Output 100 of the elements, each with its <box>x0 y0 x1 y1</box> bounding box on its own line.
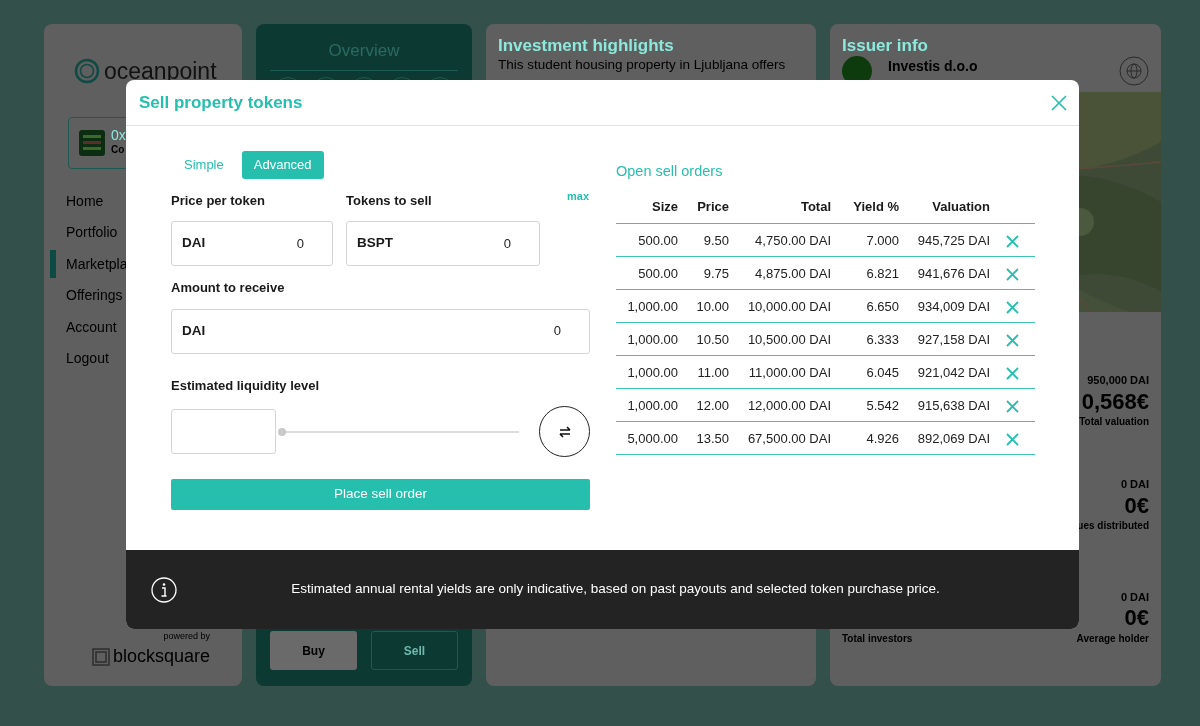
liquidity-input[interactable] <box>171 409 276 454</box>
stat-amount: 950,000 DAI <box>1087 373 1149 389</box>
description-text: This student housing property in Ljubljana offers <box>498 57 787 74</box>
table-cell: 6.333 <box>866 331 899 347</box>
field-label: Amount to receive <box>171 279 286 297</box>
cancel-icon[interactable] <box>1006 432 1019 446</box>
stat-value: 0€ <box>1124 605 1149 631</box>
wallet-label: Co <box>111 143 126 157</box>
table-cell: 927,158 DAI <box>917 331 990 347</box>
close-icon <box>1051 95 1067 112</box>
max-link[interactable]: max <box>567 187 590 204</box>
currency-label: BSPT <box>357 234 393 253</box>
orders-title: Open sell orders <box>616 162 724 181</box>
column-header: Valuation <box>932 199 990 215</box>
cancel-icon[interactable] <box>1006 300 1019 314</box>
stat-label: Total investors <box>842 631 913 646</box>
nav-item[interactable]: Home <box>50 186 104 216</box>
table-cell: 6.821 <box>866 265 899 281</box>
cancel-icon[interactable] <box>1006 234 1019 248</box>
issuer-name: Investis d.o.o <box>888 58 979 76</box>
table-cell: 1,000.00 <box>627 397 678 413</box>
table-cell: 11.00 <box>697 364 729 380</box>
table-cell: 4,750.00 DAI <box>755 232 831 248</box>
cancel-icon[interactable] <box>1006 366 1019 380</box>
table-cell: 921,042 DAI <box>917 364 990 380</box>
column-header: Size <box>652 199 678 215</box>
brand-icon <box>92 647 110 666</box>
table-cell: 5,000.00 <box>627 430 678 446</box>
table-cell: 9.75 <box>703 265 729 281</box>
table-cell: 4,875.00 DAI <box>755 265 831 281</box>
amount-field[interactable]: DAI 0 <box>171 221 333 266</box>
column-header: Total <box>800 199 831 215</box>
stat-amount: 0 DAI <box>1120 477 1149 493</box>
table-cell: 10,000.00 DAI <box>747 298 831 314</box>
table-cell: 67,500.00 DAI <box>747 430 831 446</box>
table-cell: 12,000.00 DAI <box>747 397 831 413</box>
mode-tab[interactable]: Simple <box>172 151 236 179</box>
stat-label: Total valuation <box>1079 415 1149 430</box>
table-cell: 915,638 DAI <box>917 397 990 413</box>
slider-thumb[interactable] <box>278 427 286 436</box>
field-label: Estimated liquidity level <box>171 376 321 395</box>
column-header: Yield % <box>853 199 899 215</box>
nav-item[interactable]: Logout <box>50 344 109 373</box>
table-cell: 7.000 <box>866 232 899 248</box>
table-cell: 10,500.00 DAI <box>747 331 831 347</box>
table-cell: 9.50 <box>703 232 729 248</box>
sell-button[interactable]: Sell <box>371 631 458 670</box>
field-label: Tokens to sell <box>346 191 433 210</box>
swap-icon <box>557 425 572 438</box>
table-cell: 12.00 <box>696 397 729 413</box>
brand-name: blocksquare <box>113 645 211 668</box>
table-cell: 500.00 <box>638 232 678 248</box>
field-label: Price per token <box>171 191 266 210</box>
section-title: Investment highlights <box>498 36 675 57</box>
cancel-icon[interactable] <box>1006 399 1019 413</box>
modal-title: Sell property tokens <box>139 91 303 114</box>
wallet-address: 0x <box>111 128 126 142</box>
logo-icon <box>74 58 100 85</box>
table-cell: 1,000.00 <box>627 298 678 314</box>
table-cell: 1,000.00 <box>627 331 678 347</box>
amount-field[interactable]: BSPT 0 <box>346 221 540 266</box>
nav-item[interactable]: Portfolio <box>50 218 118 247</box>
cancel-icon[interactable] <box>1006 333 1019 347</box>
mode-tab[interactable]: Advanced <box>241 151 324 179</box>
powered-by-text: powered by <box>162 629 211 643</box>
nav-item[interactable]: Offerings <box>50 281 123 310</box>
table-cell: 941,676 DAI <box>917 265 990 281</box>
amount-field[interactable]: DAI 0 <box>171 308 590 354</box>
buy-button[interactable]: Buy <box>270 631 357 670</box>
cancel-icon[interactable] <box>1006 267 1019 281</box>
currency-label: DAI <box>182 234 206 253</box>
table-cell: 934,009 DAI <box>917 298 990 314</box>
stat-value: 0,568€ <box>1081 388 1149 415</box>
table-cell: 945,725 DAI <box>917 232 990 248</box>
stat-value: 0€ <box>1124 492 1149 518</box>
section-title: Issuer info <box>842 36 929 57</box>
notice-text: Estimated annual rental yields are only indicative, based on past payouts and selected token purchase price. <box>290 580 941 599</box>
table-cell: 4.926 <box>866 430 899 446</box>
table-cell: 6.650 <box>866 298 899 314</box>
avatar-icon <box>79 129 105 156</box>
value-input[interactable]: 0 <box>205 232 322 255</box>
info-icon <box>151 576 177 603</box>
table-cell: 1,000.00 <box>627 364 678 380</box>
swap-button[interactable] <box>539 406 590 457</box>
table-cell: 6.045 <box>866 364 899 380</box>
table-cell: 13.50 <box>696 430 729 446</box>
table-cell: 500.00 <box>638 265 678 281</box>
table-cell: 10.50 <box>696 331 729 347</box>
nav-item[interactable]: Account <box>50 312 117 342</box>
currency-label: DAI <box>182 321 206 340</box>
table-cell: 10.00 <box>696 298 729 314</box>
place-order-button[interactable]: Place sell order <box>171 479 590 510</box>
value-input[interactable]: 0 <box>205 320 579 342</box>
globe-icon <box>1119 56 1149 87</box>
table-cell: 11,000.00 DAI <box>748 364 831 380</box>
stat-amount: 0 DAI <box>1120 590 1149 605</box>
column-header: Price <box>697 199 729 215</box>
table-cell: 5.542 <box>866 397 899 413</box>
table-cell: 892,069 DAI <box>917 430 990 446</box>
value-input[interactable]: 0 <box>393 232 529 255</box>
